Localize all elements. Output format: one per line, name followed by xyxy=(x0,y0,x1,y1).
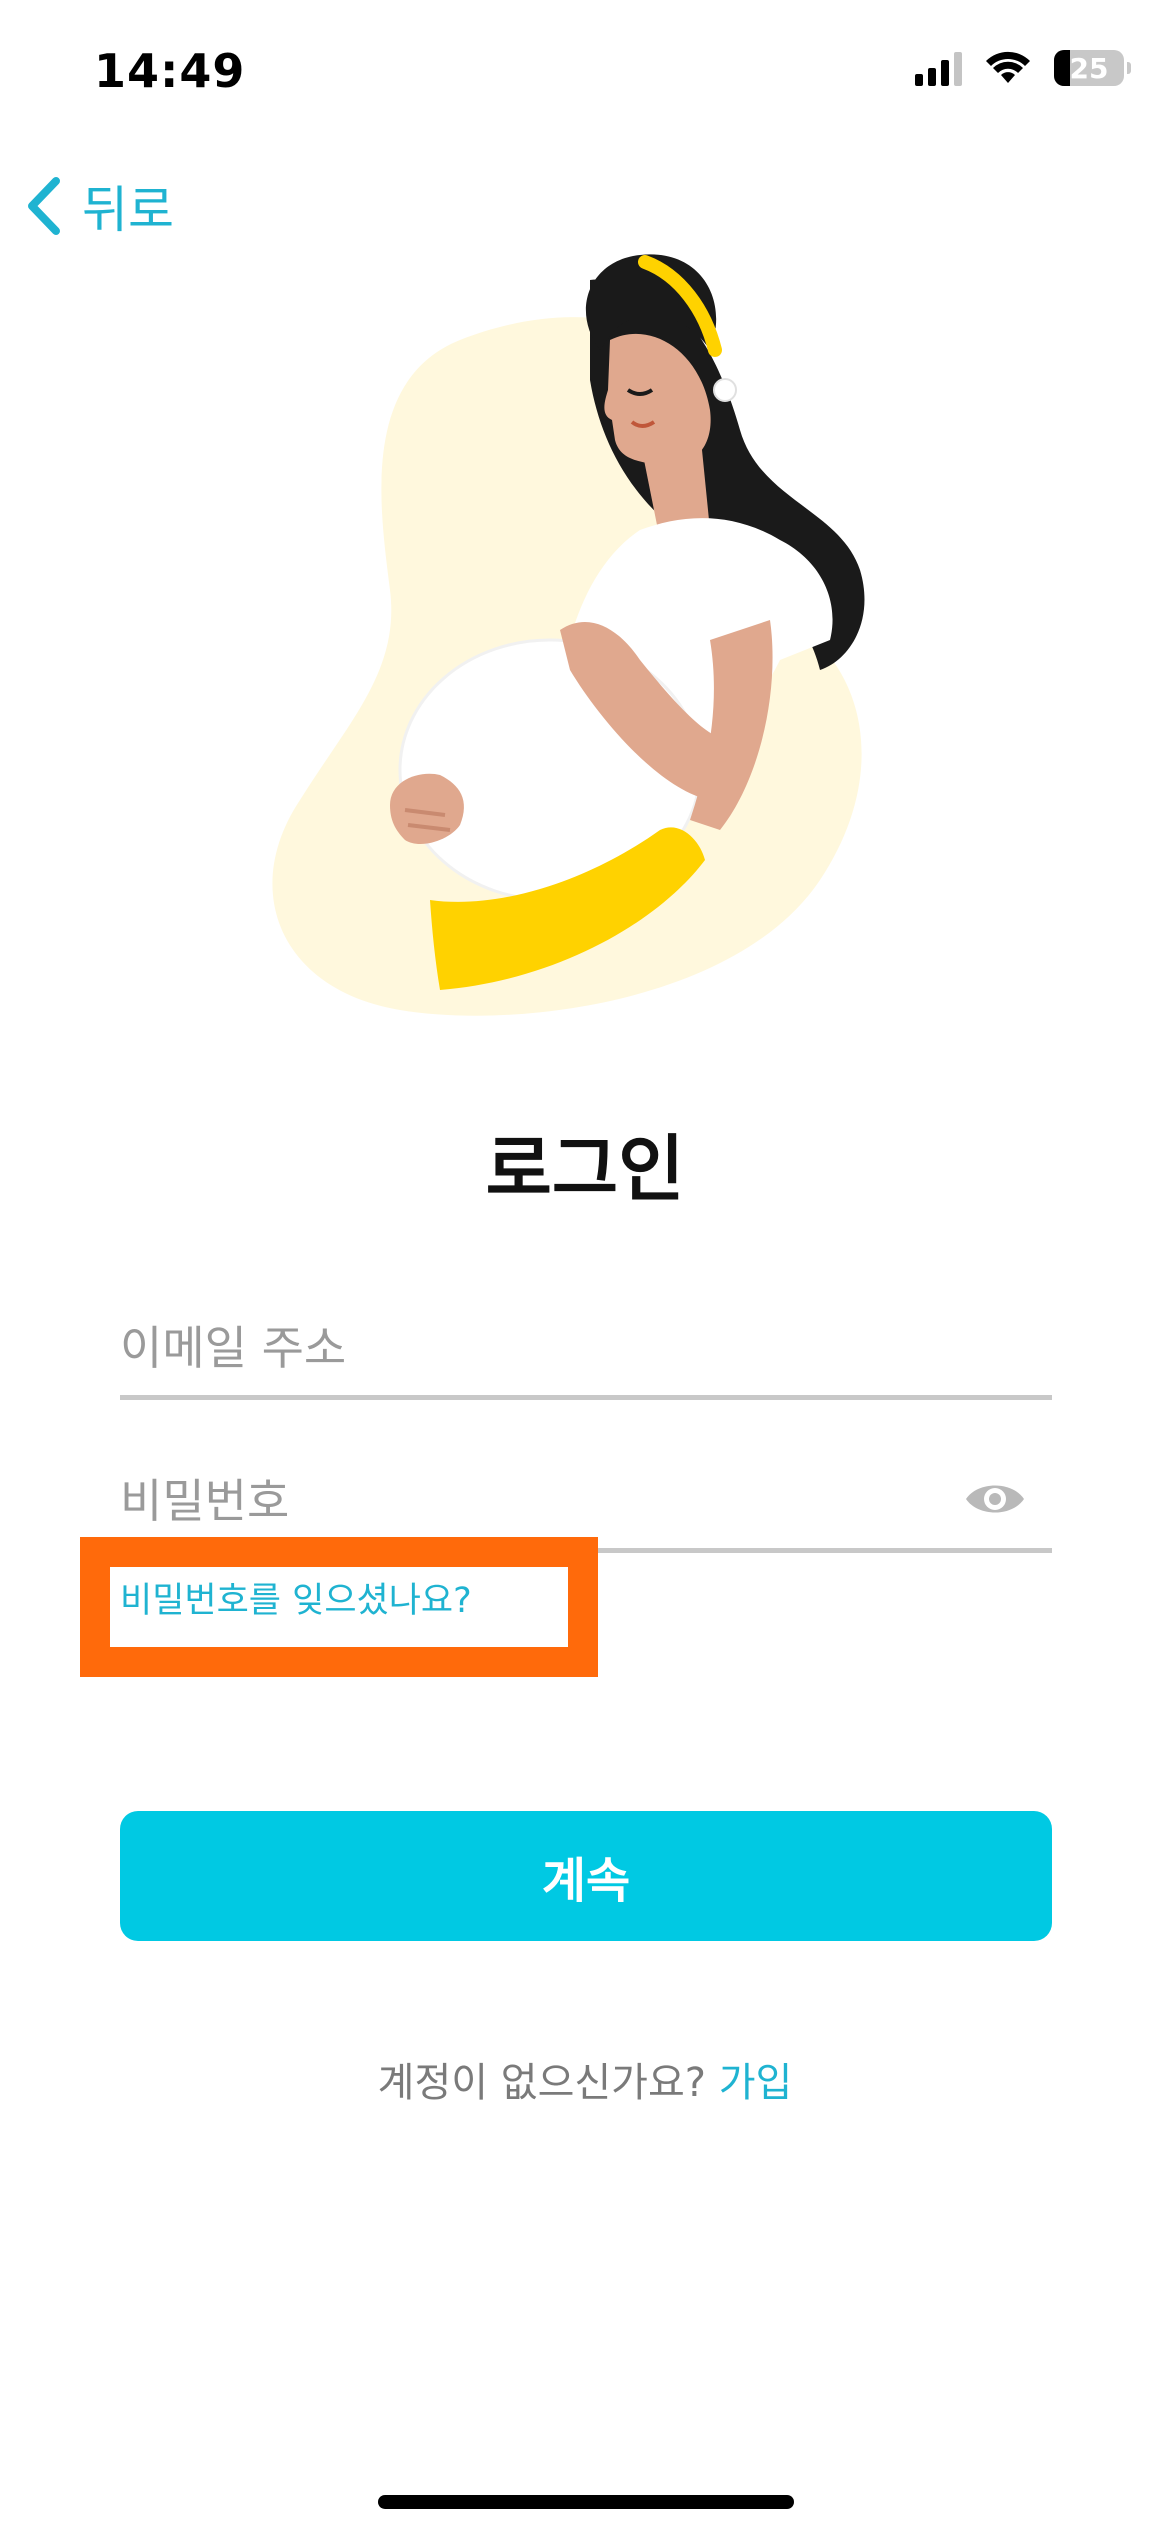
signup-prompt: 계정이 없으신가요? xyxy=(377,2060,719,2106)
wifi-icon xyxy=(986,51,1030,83)
page-title: 로그인 xyxy=(485,1127,685,1211)
status-icons: 25 xyxy=(915,50,1131,86)
chevron-left-icon xyxy=(28,177,60,235)
back-button[interactable]: 뒤로 xyxy=(24,170,174,242)
login-screen: 14:49 25 뒤로 로그인 이메일 주소 비밀번호를 잊으셨나요? 계속 계… xyxy=(0,0,1170,2532)
back-label: 뒤로 xyxy=(82,181,174,239)
password-field[interactable] xyxy=(120,1474,940,1528)
eye-icon[interactable] xyxy=(964,1478,1026,1520)
signup-link[interactable]: 가입 xyxy=(719,2060,793,2106)
signup-row: 계정이 없으신가요? 가입 xyxy=(0,2050,1170,2108)
forgot-password-link[interactable]: 비밀번호를 잊으셨나요? xyxy=(120,1572,472,1623)
battery-level: 25 xyxy=(1069,51,1109,85)
email-field-container xyxy=(120,1295,1052,1400)
status-time: 14:49 xyxy=(94,44,246,98)
pregnant-woman-illustration xyxy=(272,254,865,1016)
email-field[interactable] xyxy=(120,1321,940,1375)
continue-button[interactable]: 계속 xyxy=(120,1811,1052,1941)
battery-icon: 25 xyxy=(1054,50,1131,86)
cellular-signal-icon xyxy=(915,50,962,86)
home-indicator xyxy=(378,2495,794,2509)
